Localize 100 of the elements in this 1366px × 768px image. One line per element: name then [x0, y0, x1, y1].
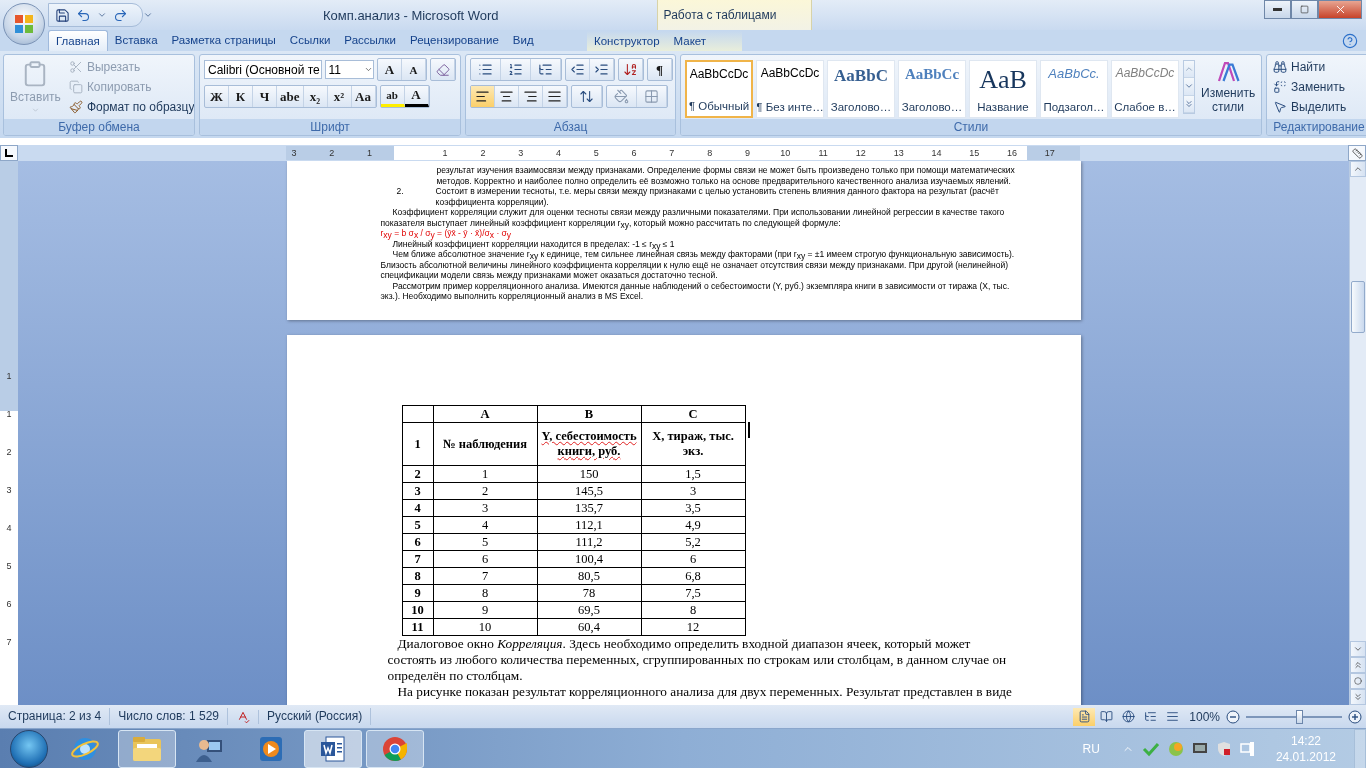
format-button[interactable]: Ч: [253, 86, 277, 107]
editing-button[interactable]: Выделить: [1271, 97, 1366, 116]
restore-icon[interactable]: [1300, 5, 1309, 14]
row-header: 2: [402, 465, 433, 483]
taskbar-button[interactable]: [366, 730, 424, 768]
table-cell: 1,5: [641, 465, 745, 483]
ribbon-tab[interactable]: Вид: [505, 30, 541, 50]
scroll-thumb[interactable]: [1351, 281, 1365, 333]
highlight-button[interactable]: ab: [380, 86, 405, 107]
ribbon-tab[interactable]: Главная: [48, 30, 108, 51]
caret-icon[interactable]: [97, 10, 107, 20]
format-button[interactable]: x²: [327, 86, 352, 107]
ruler-number: 4: [555, 148, 561, 158]
customize-toolbar-icon[interactable]: [143, 10, 153, 20]
start-button[interactable]: [10, 730, 48, 768]
style-tile[interactable]: AaBbCc Заголово…: [898, 60, 966, 118]
style-tile[interactable]: AaBbCcDc ¶ Обычный: [685, 60, 753, 118]
paragraph: Состоит в измерении тесноты, т.е. меры связи между признаками с целью установить степень влияния данного фактора на результат (расчёт коэффициента корреляции).: [435, 186, 1000, 207]
office-logo-icon: [13, 13, 35, 35]
table-cell: X, тираж, тыс. экз.: [641, 422, 745, 466]
show-marks-button[interactable]: ¶: [648, 59, 672, 80]
format-button[interactable]: Aa: [351, 86, 376, 107]
language-indicator[interactable]: Русский (Россия): [259, 708, 372, 725]
ruler-number: 1: [367, 148, 372, 158]
ruler-number: 2: [6, 447, 12, 457]
grow-font-button[interactable]: A: [378, 59, 402, 80]
ribbon-tab[interactable]: Рассылки: [337, 30, 403, 50]
table-cell: 78: [537, 584, 641, 602]
zoom-out-button[interactable]: [1226, 709, 1240, 724]
ribbon-tab[interactable]: Разметка страницы: [164, 30, 283, 50]
change-styles-button[interactable]: Изменить стили: [1199, 58, 1258, 116]
minimize-button[interactable]: [1264, 0, 1291, 19]
down-icon: [1353, 644, 1363, 654]
table-cell: 145,5: [537, 482, 641, 500]
format-button[interactable]: abe: [277, 86, 304, 107]
spellcheck-icon[interactable]: [236, 709, 250, 724]
slider-thumb[interactable]: [1295, 709, 1303, 724]
style-sample: AaBbCc: [904, 67, 960, 82]
ruler-number: 3: [6, 485, 12, 495]
format-button[interactable]: x₂: [303, 86, 328, 107]
table-cell: 80,5: [537, 567, 641, 585]
row-header: 3: [402, 482, 433, 500]
table-cell: 3: [641, 482, 745, 500]
zoom-in-button[interactable]: [1348, 709, 1362, 724]
previous-page-button[interactable]: [1350, 657, 1366, 673]
redo-icon[interactable]: [113, 7, 128, 23]
help-icon[interactable]: [1342, 33, 1358, 49]
style-tile[interactable]: AaBbCcDc ¶ Без инте…: [756, 60, 824, 118]
editing-button[interactable]: Найти: [1271, 58, 1366, 77]
font-name-field[interactable]: Calibri (Основной те: [204, 60, 322, 79]
ribbon-tab[interactable]: Вставка: [107, 30, 165, 50]
style-sample: AaBbC: [834, 67, 888, 84]
row-header: 4: [402, 499, 433, 517]
table-cell: 4,9: [641, 516, 745, 534]
ribbon-tab[interactable]: Ссылки: [282, 30, 338, 50]
check-icon[interactable]: [1141, 741, 1160, 757]
clipboard-button[interactable]: Формат по образцу: [66, 98, 194, 116]
style-tile[interactable]: AaBbCcDc Слабое в…: [1111, 60, 1179, 118]
ruler-number: 5: [6, 561, 12, 571]
ruler-number: 7: [669, 148, 675, 158]
office-button[interactable]: [3, 3, 45, 45]
eraser-icon: [435, 62, 450, 77]
view-button[interactable]: [1073, 707, 1096, 726]
ruler-number: 1: [6, 371, 12, 381]
shield-icon[interactable]: [1215, 741, 1232, 757]
scroll-up-button[interactable]: [1350, 161, 1366, 177]
ribbon-tab[interactable]: Рецензирование: [403, 30, 506, 50]
align-button[interactable]: [471, 86, 495, 107]
style-name: Слабое в…: [1114, 101, 1176, 113]
save-icon[interactable]: [55, 7, 70, 23]
style-tile[interactable]: AaBbC Заголово…: [827, 60, 895, 118]
sort-icon: [623, 62, 638, 77]
undo-icon[interactable]: [76, 7, 91, 23]
table-cell: 12: [641, 618, 745, 636]
editing-button[interactable]: Заменить: [1271, 77, 1366, 97]
shrink-font-button[interactable]: A: [402, 59, 426, 80]
minimize-icon: [1273, 8, 1282, 11]
font-size-field[interactable]: 11: [324, 60, 374, 79]
gallery-more-button[interactable]: [1184, 95, 1194, 113]
format-button[interactable]: К: [229, 86, 253, 107]
ribbon-tab[interactable]: Конструктор: [587, 31, 667, 51]
format-button[interactable]: Ж: [205, 86, 229, 107]
style-name: ¶ Без инте…: [757, 101, 823, 113]
next-page-button[interactable]: [1350, 689, 1366, 705]
style-tile[interactable]: AaBbCc. Подзагол…: [1040, 60, 1108, 118]
book-icon: [1099, 710, 1113, 723]
tab-stop-button[interactable]: [0, 145, 18, 161]
gallery-down-button[interactable]: [1184, 78, 1194, 96]
table-cell: 5,2: [641, 533, 745, 551]
browse-object-button[interactable]: [1350, 673, 1366, 689]
close-button[interactable]: [1318, 0, 1362, 19]
browser-icon: [380, 734, 410, 764]
globe-icon: [1121, 710, 1135, 723]
view-ruler-button[interactable]: [1348, 145, 1366, 161]
ribbon-tab[interactable]: Макет: [666, 31, 714, 51]
font-color-button[interactable]: A: [404, 86, 429, 107]
taskbar-button[interactable]: [304, 730, 362, 768]
style-tile[interactable]: AaB Название: [969, 60, 1037, 118]
row-header: 5: [402, 516, 433, 534]
table-cell: 4: [433, 516, 537, 534]
